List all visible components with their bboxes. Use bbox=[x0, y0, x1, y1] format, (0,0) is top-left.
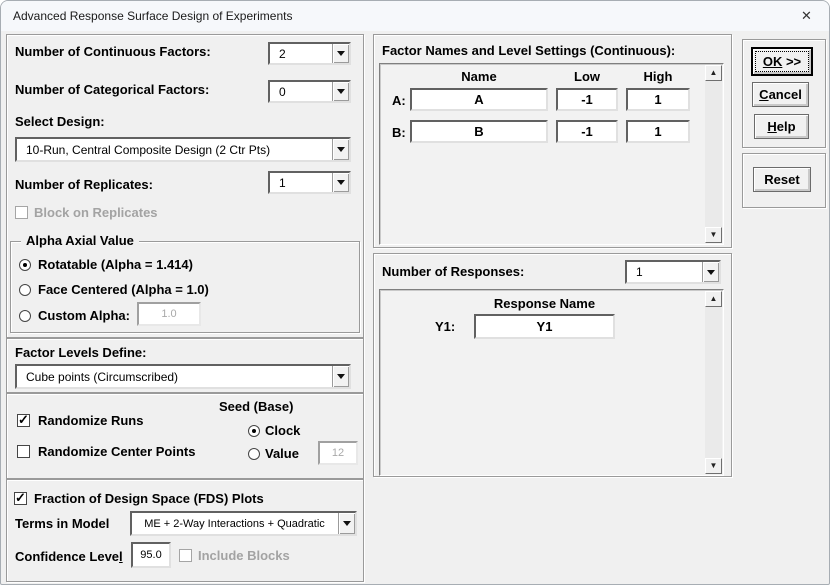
ok-button[interactable]: OK >> bbox=[751, 47, 813, 76]
seed-clock-label: Clock bbox=[265, 423, 301, 438]
seed-clock-radio[interactable] bbox=[248, 425, 260, 437]
continuous-factors-label: Number of Continuous Factors: bbox=[15, 44, 211, 59]
number-of-responses-label: Number of Responses: bbox=[382, 264, 525, 279]
response-table-panel: Response Name Y1: Y1 ▲ ▼ bbox=[379, 289, 724, 476]
factor-row-label: A: bbox=[392, 93, 406, 108]
factor-low-field[interactable]: -1 bbox=[556, 120, 618, 143]
fds-plots-label: Fraction of Design Space (FDS) Plots bbox=[34, 491, 264, 506]
select-design-value: 10-Run, Central Composite Design (2 Ctr … bbox=[26, 142, 271, 157]
include-blocks-checkbox[interactable] bbox=[179, 549, 192, 562]
include-blocks-label: Include Blocks bbox=[198, 548, 290, 563]
close-icon[interactable]: ✕ bbox=[784, 1, 829, 31]
custom-alpha-label: Custom Alpha: bbox=[38, 308, 130, 323]
scroll-up-icon[interactable]: ▲ bbox=[705, 291, 722, 307]
custom-alpha-field[interactable]: 1.0 bbox=[137, 302, 201, 326]
replicates-label: Number of Replicates: bbox=[15, 177, 153, 192]
seed-value-label: Value bbox=[265, 446, 299, 461]
seed-value-radio[interactable] bbox=[248, 448, 260, 460]
randomize-center-points-checkbox[interactable] bbox=[17, 445, 30, 458]
factor-levels-label: Factor Levels Define: bbox=[15, 345, 147, 360]
custom-alpha-radio[interactable] bbox=[19, 310, 31, 322]
scroll-down-icon[interactable]: ▼ bbox=[705, 227, 722, 243]
scroll-up-icon[interactable]: ▲ bbox=[705, 65, 722, 81]
title-bar: Advanced Response Surface Design of Expe… bbox=[1, 1, 829, 31]
factor-levels-value: Cube points (Circumscribed) bbox=[26, 369, 179, 384]
select-design-dropdown[interactable]: 10-Run, Central Composite Design (2 Ctr … bbox=[15, 137, 351, 162]
response-name-field[interactable]: Y1 bbox=[474, 314, 615, 339]
categorical-factors-dropdown[interactable]: 0 bbox=[268, 80, 351, 103]
rotatable-label: Rotatable (Alpha = 1.414) bbox=[38, 257, 193, 272]
cancel-button[interactable]: Cancel bbox=[752, 82, 809, 107]
factor-names-title: Factor Names and Level Settings (Continu… bbox=[382, 43, 676, 58]
number-of-responses-dropdown[interactable]: 1 bbox=[625, 260, 721, 284]
terms-in-model-label: Terms in Model bbox=[15, 516, 110, 531]
column-header-response-name: Response Name bbox=[493, 296, 596, 311]
select-design-label: Select Design: bbox=[15, 114, 105, 129]
randomize-runs-checkbox[interactable]: ✓ bbox=[17, 412, 30, 427]
dropdown-arrow-icon[interactable] bbox=[702, 262, 719, 282]
dropdown-arrow-icon[interactable] bbox=[332, 366, 349, 387]
number-of-responses-value: 1 bbox=[636, 265, 643, 279]
factor-low-field[interactable]: -1 bbox=[556, 88, 618, 111]
block-on-replicates-label: Block on Replicates bbox=[34, 205, 158, 220]
seed-base-title: Seed (Base) bbox=[219, 399, 294, 414]
dropdown-arrow-icon[interactable] bbox=[332, 44, 349, 63]
factor-table-scrollbar[interactable]: ▲ ▼ bbox=[705, 65, 722, 243]
terms-in-model-dropdown[interactable]: ME + 2-Way Interactions + Quadratic bbox=[130, 511, 357, 536]
replicates-value: 1 bbox=[279, 175, 286, 190]
factor-name-field[interactable]: B bbox=[410, 120, 548, 143]
continuous-factors-dropdown[interactable]: 2 bbox=[268, 42, 351, 65]
factor-row-label: B: bbox=[392, 125, 406, 140]
dropdown-arrow-icon[interactable] bbox=[332, 173, 349, 192]
randomize-center-points-label: Randomize Center Points bbox=[38, 444, 196, 459]
check-icon: ✓ bbox=[15, 490, 26, 505]
seed-value-field[interactable]: 12 bbox=[318, 441, 358, 465]
response-table-scrollbar[interactable]: ▲ ▼ bbox=[705, 291, 722, 474]
help-button[interactable]: Help bbox=[754, 114, 809, 139]
scroll-down-icon[interactable]: ▼ bbox=[705, 458, 722, 474]
confidence-level-field[interactable]: 95.0 bbox=[131, 542, 171, 568]
dropdown-arrow-icon[interactable] bbox=[332, 82, 349, 101]
response-row-label: Y1: bbox=[435, 319, 456, 334]
factor-name-field[interactable]: A bbox=[410, 88, 548, 111]
continuous-factors-value: 2 bbox=[279, 46, 286, 61]
dropdown-arrow-icon[interactable] bbox=[338, 513, 355, 534]
replicates-dropdown[interactable]: 1 bbox=[268, 171, 351, 194]
factor-high-field[interactable]: 1 bbox=[626, 88, 690, 111]
dropdown-arrow-icon[interactable] bbox=[332, 139, 349, 160]
face-centered-radio[interactable] bbox=[19, 284, 31, 296]
column-header-high: High bbox=[643, 69, 673, 84]
randomize-group bbox=[6, 393, 364, 479]
factor-levels-dropdown[interactable]: Cube points (Circumscribed) bbox=[15, 364, 351, 389]
randomize-runs-label: Randomize Runs bbox=[38, 413, 144, 428]
alpha-axial-title: Alpha Axial Value bbox=[21, 233, 139, 248]
column-header-low: Low bbox=[574, 69, 600, 84]
terms-in-model-value: ME + 2-Way Interactions + Quadratic bbox=[144, 517, 325, 530]
categorical-factors-value: 0 bbox=[279, 84, 286, 99]
reset-button[interactable]: Reset bbox=[753, 167, 811, 192]
face-centered-label: Face Centered (Alpha = 1.0) bbox=[38, 282, 209, 297]
column-header-name: Name bbox=[461, 69, 497, 84]
confidence-level-label: Confidence Level bbox=[15, 549, 123, 564]
rotatable-radio[interactable] bbox=[19, 259, 31, 271]
categorical-factors-label: Number of Categorical Factors: bbox=[15, 82, 210, 97]
block-on-replicates-checkbox[interactable] bbox=[15, 206, 28, 219]
factor-table-panel: Name Low High A: A -1 1 B: B -1 1 ▲ ▼ bbox=[379, 63, 724, 245]
window-title: Advanced Response Surface Design of Expe… bbox=[13, 9, 293, 23]
fds-plots-checkbox[interactable]: ✓ bbox=[14, 490, 27, 505]
advanced-rsm-dialog: Advanced Response Surface Design of Expe… bbox=[0, 0, 830, 585]
factor-high-field[interactable]: 1 bbox=[626, 120, 690, 143]
check-icon: ✓ bbox=[18, 412, 29, 427]
